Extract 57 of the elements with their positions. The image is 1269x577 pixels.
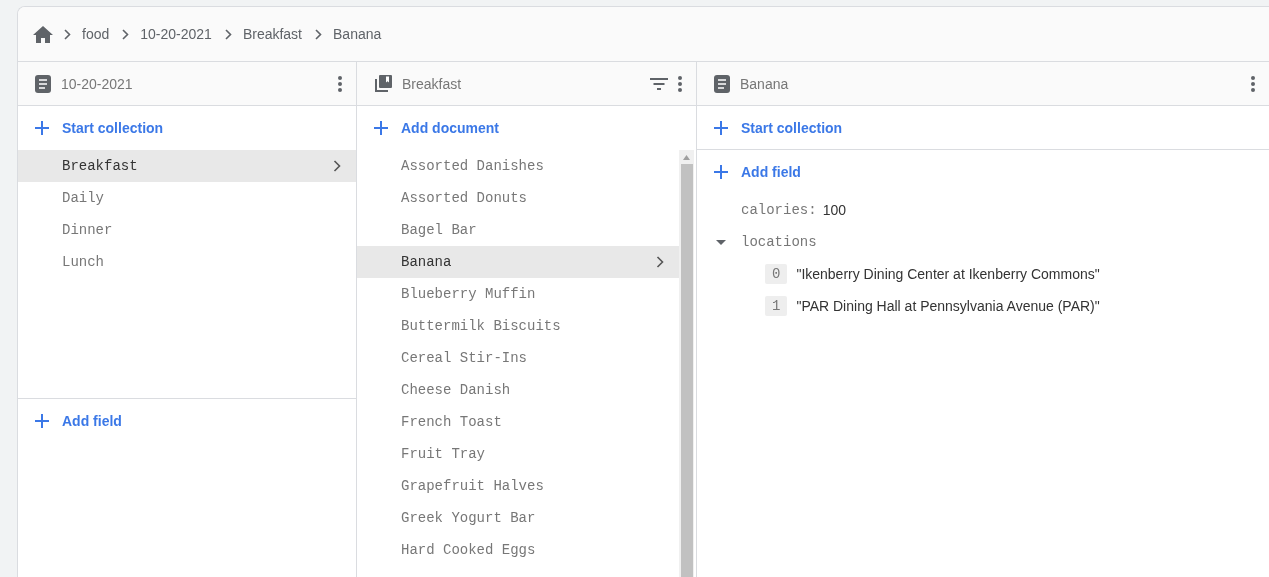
document-list-item[interactable]: Hard Cooked Eggs — [357, 534, 679, 566]
document-list-item[interactable]: Buttermilk Biscuits — [357, 310, 679, 342]
breadcrumb-link[interactable]: Banana — [333, 26, 382, 42]
document-list-item[interactable]: Banana — [357, 246, 679, 278]
breadcrumb-link[interactable]: 10-20-2021 — [140, 26, 212, 42]
document-list-item[interactable]: Bagel Bar — [357, 214, 679, 246]
field-name: calories: — [741, 202, 817, 218]
plus-icon — [374, 121, 388, 135]
add-field-button[interactable]: Add field — [697, 150, 1269, 194]
start-collection-button[interactable]: Start collection — [18, 106, 356, 150]
chevron-right-icon — [315, 28, 322, 40]
field-value: "PAR Dining Hall at Pennsylvania Avenue (PAR)" — [796, 298, 1100, 314]
plus-icon — [35, 413, 49, 428]
field-value: "Ikenberry Dining Center at Ikenberry Commons" — [796, 266, 1100, 282]
add-document-button[interactable]: Add document — [357, 106, 696, 150]
filter-icon[interactable] — [650, 77, 668, 90]
chevron-right-icon — [333, 160, 341, 172]
array-index: 0 — [765, 264, 788, 284]
document-list-item[interactable]: Cheese Danish — [357, 374, 679, 406]
chevron-right-icon — [224, 28, 232, 40]
document-list-item[interactable]: Blueberry Muffin — [357, 278, 679, 310]
more-options-icon[interactable] — [1251, 75, 1255, 92]
collection-list-item[interactable]: Breakfast — [18, 150, 356, 182]
chevron-right-icon — [122, 28, 130, 40]
breadcrumb-link[interactable]: food — [82, 26, 110, 42]
plus-icon — [35, 121, 49, 135]
more-options-icon[interactable] — [678, 75, 682, 92]
scrollbar[interactable] — [679, 150, 694, 577]
chevron-right-icon — [656, 256, 664, 268]
document-list-item[interactable]: Fruit Tray — [357, 438, 679, 470]
panel-title: Banana — [740, 75, 790, 92]
document-list-item[interactable]: Greek Yogurt Bar — [357, 502, 679, 534]
breadcrumb-link[interactable]: Breakfast — [242, 26, 302, 42]
collection-icon — [374, 74, 392, 93]
field-name: locations — [741, 234, 817, 250]
panel-title: 10-20-2021 — [61, 75, 134, 92]
collection-list-item[interactable]: Lunch — [18, 246, 356, 278]
start-collection-button[interactable]: Start collection — [697, 106, 1269, 150]
panel-title: Breakfast — [402, 75, 463, 92]
document-icon — [714, 74, 730, 93]
plus-icon — [714, 120, 728, 135]
collection-list-item[interactable]: Daily — [18, 182, 356, 214]
plus-icon — [714, 165, 728, 179]
document-list-item[interactable]: Grapefruit Halves — [357, 470, 679, 502]
array-index: 1 — [765, 296, 788, 316]
add-field-button[interactable]: Add field — [18, 398, 356, 442]
field-value: 100 — [822, 202, 846, 218]
document-list-item[interactable]: Assorted Danishes — [357, 150, 679, 182]
collection-list-item[interactable]: Dinner — [18, 214, 356, 246]
caret-icon[interactable] — [716, 237, 726, 247]
chevron-right-icon — [64, 28, 71, 40]
home-icon[interactable] — [33, 25, 53, 43]
document-list-item[interactable]: Assorted Donuts — [357, 182, 679, 214]
document-list-item[interactable]: French Toast — [357, 406, 679, 438]
more-options-icon[interactable] — [338, 75, 342, 92]
document-list-item[interactable]: Cereal Stir-Ins — [357, 342, 679, 374]
document-icon — [35, 74, 51, 93]
